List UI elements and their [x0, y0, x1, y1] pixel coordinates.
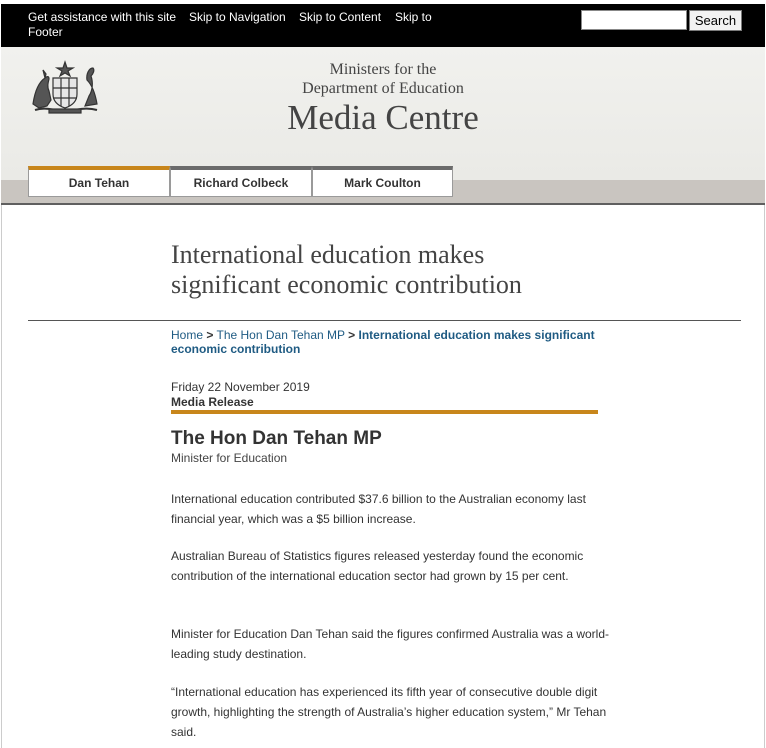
page-title: International education makes significan…	[171, 240, 641, 300]
article-paragraph: Australian Bureau of Statistics figures …	[171, 549, 584, 583]
article-paragraph: “International education has experienced…	[171, 685, 607, 739]
skip-footer-link-continued[interactable]: Footer	[28, 25, 63, 40]
tab-dan-tehan[interactable]: Dan Tehan	[28, 166, 170, 197]
skip-footer-link[interactable]: Skip to	[395, 10, 432, 25]
breadcrumb-minister-link[interactable]: The Hon Dan Tehan MP	[217, 328, 345, 342]
breadcrumb: Home > The Hon Dan Tehan MP > Internatio…	[171, 328, 611, 356]
release-date: Friday 22 November 2019	[171, 380, 310, 394]
breadcrumb-separator: >	[348, 328, 356, 342]
tab-mark-coulton[interactable]: Mark Coulton	[312, 166, 453, 197]
minister-name: The Hon Dan Tehan MP	[171, 428, 382, 449]
breadcrumb-home-link[interactable]: Home	[171, 328, 203, 342]
breadcrumb-separator: >	[206, 328, 214, 342]
search-input[interactable]	[581, 10, 687, 30]
title-divider	[28, 320, 741, 321]
accent-divider	[171, 410, 598, 414]
article-paragraph: Minister for Education Dan Tehan said th…	[171, 627, 609, 661]
page-title-line-1: International education makes	[171, 240, 485, 269]
release-type: Media Release	[171, 395, 254, 409]
skip-navigation-link[interactable]: Skip to Navigation	[189, 10, 286, 25]
search-button[interactable]: Search	[689, 10, 742, 31]
minister-role: Minister for Education	[171, 451, 288, 465]
site-title[interactable]: Media Centre	[0, 98, 766, 138]
article-paragraph: International education contributed $37.…	[171, 492, 586, 526]
ministers-heading-line-2: Department of Education	[302, 80, 464, 97]
skip-content-link[interactable]: Skip to Content	[299, 10, 381, 25]
page-title-line-2: significant economic contribution	[171, 270, 522, 299]
ministers-heading-line-1: Ministers for the	[329, 61, 437, 78]
tab-richard-colbeck[interactable]: Richard Colbeck	[170, 166, 312, 197]
skip-assistance-link[interactable]: Get assistance with this site	[28, 10, 176, 25]
